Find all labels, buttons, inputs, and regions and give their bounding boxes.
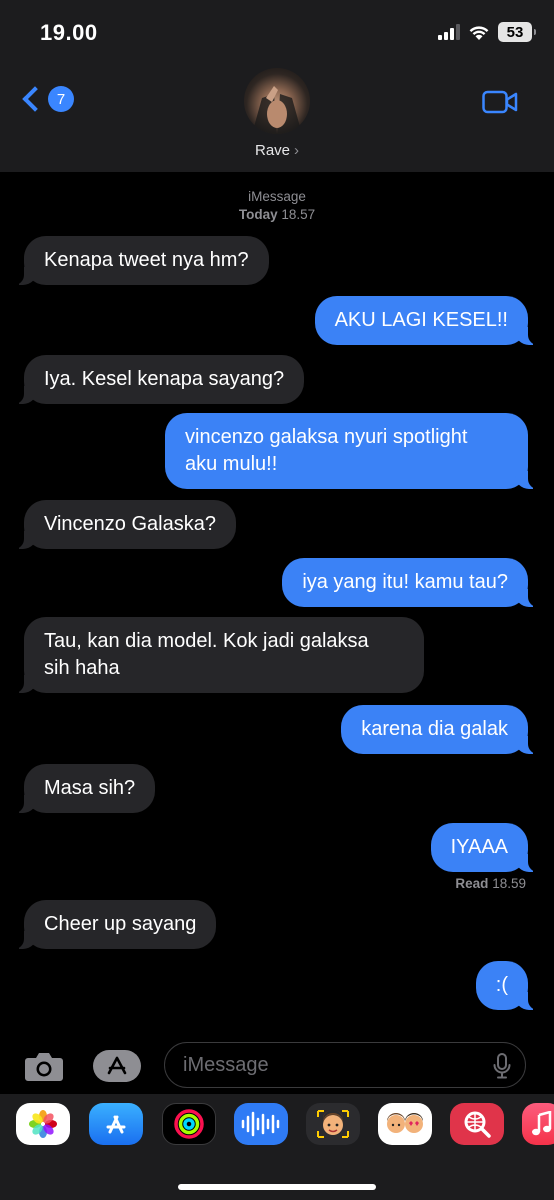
read-receipt: Read 18.59 xyxy=(455,876,526,891)
activity-app-icon[interactable] xyxy=(162,1103,216,1145)
read-receipt-time: 18.59 xyxy=(492,876,526,891)
outgoing-message[interactable]: vincenzo galaksa nyuri spotlight aku mul… xyxy=(165,413,538,489)
avatar-photo xyxy=(252,86,302,134)
timestamp-day: Today xyxy=(238,207,278,222)
image-search-app-icon[interactable] xyxy=(450,1103,504,1145)
message-line: vincenzo galaksa nyuri spotlight xyxy=(185,426,468,448)
wifi-icon xyxy=(469,25,489,40)
memoji-stickers-app-icon[interactable] xyxy=(378,1103,432,1145)
music-app-icon[interactable] xyxy=(522,1103,554,1145)
contact-name-button[interactable]: Rave › xyxy=(0,142,554,159)
back-button[interactable]: 7 xyxy=(18,86,74,112)
read-receipt-label: Read xyxy=(455,876,489,891)
timestamp-time: 18.57 xyxy=(281,207,316,222)
home-indicator[interactable] xyxy=(178,1184,376,1190)
audio-message-app-icon[interactable] xyxy=(234,1103,288,1145)
chevron-left-icon xyxy=(22,86,48,112)
chevron-right-icon: › xyxy=(294,142,300,159)
video-camera-icon[interactable] xyxy=(482,90,518,114)
outgoing-message[interactable]: karena dia galak xyxy=(341,705,538,754)
battery-indicator: 53 xyxy=(498,22,536,42)
microphone-icon[interactable] xyxy=(493,1053,511,1079)
app-store-app-icon[interactable] xyxy=(89,1103,143,1145)
incoming-message[interactable]: Iya. Kesel kenapa sayang? xyxy=(13,355,305,404)
outgoing-message[interactable]: :( xyxy=(475,961,539,1010)
status-time: 19.00 xyxy=(40,20,98,45)
message-input[interactable]: iMessage xyxy=(164,1042,526,1088)
cellular-signal-icon xyxy=(438,24,460,40)
outgoing-message[interactable]: iya yang itu! kamu tau? xyxy=(282,558,538,607)
status-indicators: 53 xyxy=(438,22,536,42)
navigation-header: 19.00 53 7 Rave › xyxy=(0,0,554,172)
contact-name: Rave xyxy=(254,142,291,159)
message-line: Tau, kan dia model. Kok jadi galaksa xyxy=(44,630,369,652)
photos-app-icon[interactable] xyxy=(16,1103,70,1145)
service-label: iMessage xyxy=(248,189,306,204)
memoji-app-icon[interactable] xyxy=(306,1103,360,1145)
unread-badge: 7 xyxy=(48,86,74,112)
message-line: aku mulu!! xyxy=(185,453,278,475)
contact-avatar[interactable] xyxy=(244,68,310,134)
message-line: sih haha xyxy=(44,657,120,679)
incoming-message[interactable]: Cheer up sayang xyxy=(13,900,217,949)
timestamp: Today 18.57 xyxy=(0,207,554,222)
incoming-message[interactable]: Masa sih? xyxy=(13,764,156,813)
incoming-message[interactable]: Vincenzo Galaska? xyxy=(14,500,236,549)
app-store-icon[interactable] xyxy=(92,1049,142,1083)
outgoing-message[interactable]: IYAAA xyxy=(430,823,539,872)
incoming-message[interactable]: Kenapa tweet nya hm? xyxy=(14,236,269,285)
camera-icon[interactable] xyxy=(24,1050,64,1082)
incoming-message[interactable]: Tau, kan dia model. Kok jadi galaksa sih… xyxy=(14,617,424,693)
outgoing-message[interactable]: AKU LAGI KESEL!! xyxy=(314,296,539,345)
message-input-placeholder: iMessage xyxy=(183,1054,269,1076)
